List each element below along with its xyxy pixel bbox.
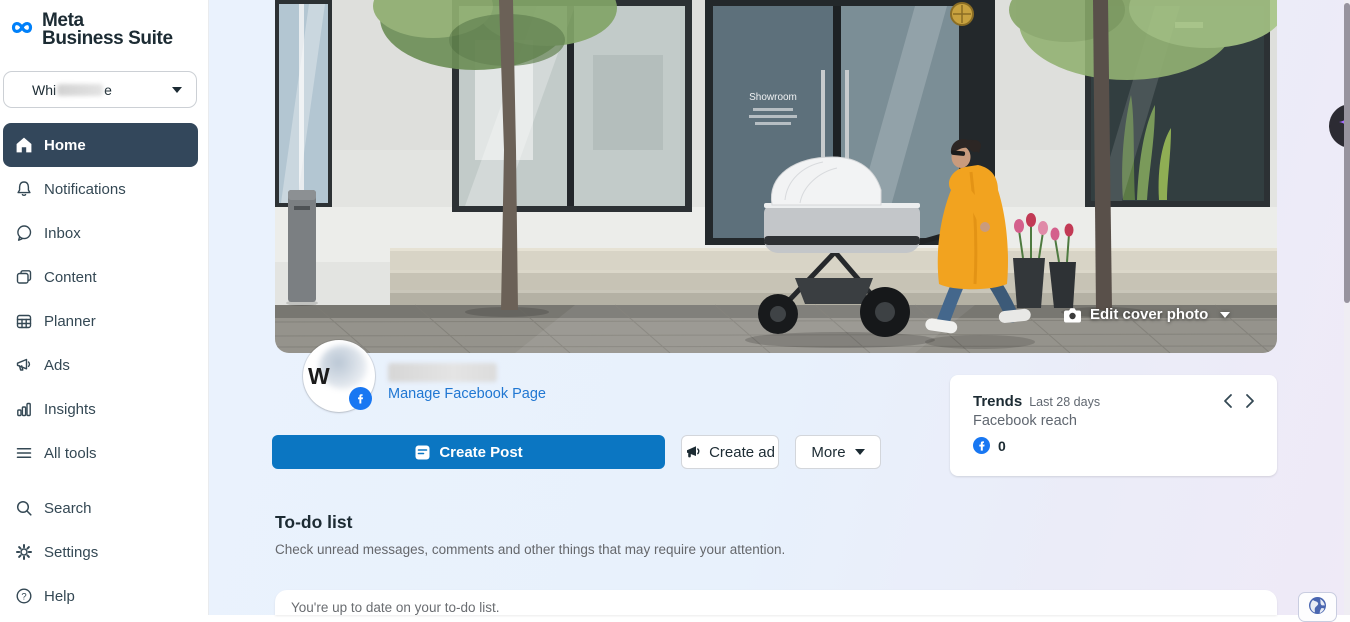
- trends-next-button[interactable]: [1245, 393, 1255, 409]
- scrollbar-thumb[interactable]: [1344, 3, 1350, 303]
- sidebar-item-label: Ads: [44, 357, 70, 374]
- help-icon: ?: [14, 586, 34, 606]
- brand-text: Meta Business Suite: [42, 12, 173, 48]
- sidebar-item-label: Planner: [44, 313, 96, 330]
- sidebar-item-label: Content: [44, 269, 97, 286]
- sidebar-item-label: All tools: [44, 445, 97, 462]
- business-name: Whi e: [32, 82, 112, 98]
- page-avatar[interactable]: W: [303, 340, 375, 412]
- todo-empty-message: You're up to date on your to-do list.: [291, 600, 499, 615]
- sidebar-item-settings[interactable]: Settings: [3, 530, 198, 574]
- home-icon: [14, 135, 34, 155]
- trends-title: Trends: [973, 393, 1022, 410]
- svg-text:Showroom: Showroom: [749, 92, 797, 103]
- sidebar-item-all-tools[interactable]: All tools: [3, 431, 198, 475]
- sidebar-item-label: Inbox: [44, 225, 81, 242]
- chat-bubble-icon: [14, 223, 34, 243]
- sidebar-item-planner[interactable]: Planner: [3, 299, 198, 343]
- sidebar-item-label: Settings: [44, 544, 98, 561]
- sidebar-item-label: Notifications: [44, 181, 126, 198]
- nav-spacer: [0, 475, 208, 486]
- todo-list-title: To-do list: [275, 512, 352, 533]
- scrollbar[interactable]: [1344, 0, 1350, 615]
- todo-list-card: You're up to date on your to-do list.: [275, 590, 1277, 615]
- trends-prev-button[interactable]: [1223, 393, 1233, 409]
- content-stack-icon: [14, 267, 34, 287]
- search-icon: [14, 498, 34, 518]
- calendar-icon: [14, 311, 34, 331]
- business-name-suffix: e: [104, 82, 112, 98]
- sidebar-item-label: Help: [44, 588, 75, 605]
- cover-photo-illustration: Showroom: [275, 0, 1277, 353]
- business-name-prefix: Whi: [32, 82, 56, 98]
- globe-icon: [1308, 596, 1327, 615]
- bell-icon: [14, 179, 34, 199]
- business-name-blurred: [57, 84, 103, 96]
- business-selector-dropdown[interactable]: Whi e: [3, 71, 197, 108]
- chevron-down-icon: [172, 87, 182, 93]
- brand-line2: Business Suite: [42, 30, 173, 48]
- sidebar-item-label: Home: [44, 137, 86, 154]
- cover-photo: Showroom: [275, 0, 1277, 353]
- sidebar-item-insights[interactable]: Insights: [3, 387, 198, 431]
- edit-cover-photo-label: Edit cover photo: [1090, 306, 1208, 323]
- more-label: More: [811, 444, 845, 461]
- chevron-right-icon: [1245, 393, 1255, 409]
- edit-cover-photo-button[interactable]: Edit cover photo: [1063, 306, 1230, 323]
- meta-logo-icon: [10, 18, 37, 37]
- page-name-blurred: [388, 363, 497, 382]
- trends-card: Trends Last 28 days Facebook reach 0: [950, 375, 1277, 476]
- sidebar-item-home[interactable]: Home: [3, 123, 198, 167]
- facebook-icon: [973, 437, 990, 454]
- sidebar-item-ads[interactable]: Ads: [3, 343, 198, 387]
- create-post-label: Create Post: [439, 444, 522, 461]
- manage-facebook-page-link[interactable]: Manage Facebook Page: [388, 386, 546, 402]
- svg-text:?: ?: [21, 591, 26, 602]
- avatar-letter: W: [308, 363, 330, 390]
- chevron-down-icon: [855, 449, 865, 455]
- brand: Meta Business Suite: [10, 12, 173, 48]
- globe-button[interactable]: [1298, 592, 1337, 622]
- sidebar-nav: Home Notifications Inbox: [0, 123, 208, 618]
- chevron-down-icon: [1220, 312, 1230, 318]
- trends-period: Last 28 days: [1029, 395, 1100, 409]
- todo-list-subtitle: Check unread messages, comments and othe…: [275, 542, 785, 557]
- sidebar-item-search[interactable]: Search: [3, 486, 198, 530]
- create-post-button[interactable]: Create Post: [272, 435, 665, 469]
- create-ad-label: Create ad: [709, 444, 775, 461]
- more-button[interactable]: More: [795, 435, 881, 469]
- sidebar-item-label: Insights: [44, 401, 96, 418]
- trends-metric: Facebook reach: [973, 413, 1257, 429]
- sidebar-item-inbox[interactable]: Inbox: [3, 211, 198, 255]
- facebook-badge-icon: [349, 387, 372, 410]
- megaphone-icon: [685, 444, 702, 460]
- megaphone-icon: [14, 355, 34, 375]
- menu-lines-icon: [14, 443, 34, 463]
- chevron-left-icon: [1223, 393, 1233, 409]
- sidebar-item-help[interactable]: ? Help: [3, 574, 198, 618]
- bar-chart-icon: [14, 399, 34, 419]
- sidebar: Meta Business Suite Whi e Home Notifi: [0, 0, 209, 615]
- gear-icon: [14, 542, 34, 562]
- camera-icon: [1063, 307, 1082, 323]
- create-ad-button[interactable]: Create ad: [681, 435, 779, 469]
- sidebar-item-content[interactable]: Content: [3, 255, 198, 299]
- trends-facebook-value: 0: [998, 438, 1006, 454]
- post-icon: [414, 444, 431, 461]
- sidebar-item-notifications[interactable]: Notifications: [3, 167, 198, 211]
- sidebar-item-label: Search: [44, 500, 92, 517]
